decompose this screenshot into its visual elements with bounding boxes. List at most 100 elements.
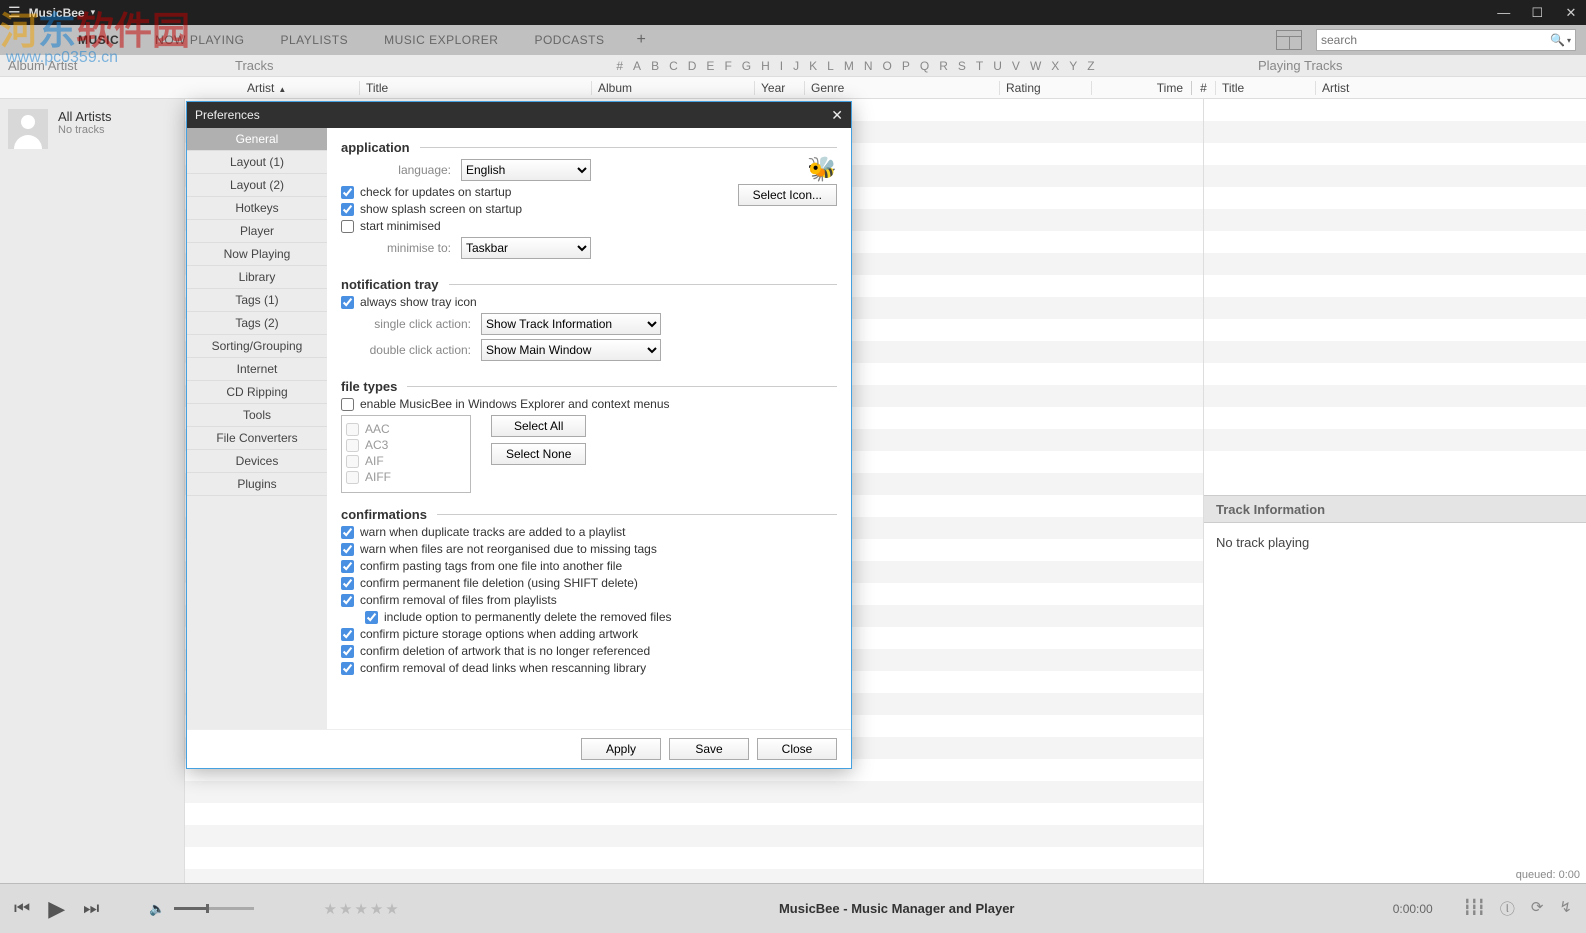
tray-checkbox[interactable] xyxy=(341,296,354,309)
lastfm-icon[interactable]: ⓛ xyxy=(1500,898,1515,919)
conf-checkbox[interactable] xyxy=(341,577,354,590)
search-input[interactable] xyxy=(1321,33,1550,47)
conf-checkbox[interactable] xyxy=(341,662,354,675)
enable-explorer-checkbox[interactable] xyxy=(341,398,354,411)
tab-music-explorer[interactable]: MUSIC EXPLORER xyxy=(366,25,516,55)
repeat-icon[interactable]: ⟳ xyxy=(1531,898,1544,919)
sidebar-item-general[interactable]: General xyxy=(187,128,327,151)
ft-AAC[interactable] xyxy=(346,423,359,436)
maximize-button[interactable]: ☐ xyxy=(1522,0,1552,25)
col-pt-artist[interactable]: Artist xyxy=(1316,81,1586,95)
save-button[interactable]: Save xyxy=(669,738,749,760)
play-button[interactable]: ▶ xyxy=(48,896,65,922)
alpha-Y[interactable]: Y xyxy=(1069,59,1077,73)
tab-now-playing[interactable]: NOW PLAYING xyxy=(137,25,262,55)
conf-checkbox[interactable] xyxy=(341,645,354,658)
col-rating[interactable]: Rating xyxy=(1000,81,1092,95)
alpha-M[interactable]: M xyxy=(844,59,854,73)
close-button[interactable]: ✕ xyxy=(1556,0,1586,25)
ft-AIF[interactable] xyxy=(346,455,359,468)
tab-podcasts[interactable]: PODCASTS xyxy=(516,25,622,55)
alpha-F[interactable]: F xyxy=(724,59,731,73)
layout-icon[interactable] xyxy=(1276,30,1302,50)
sidebar-item-layout-1-[interactable]: Layout (1) xyxy=(187,151,327,174)
sidebar-item-cd-ripping[interactable]: CD Ripping xyxy=(187,381,327,404)
col-year[interactable]: Year xyxy=(755,81,805,95)
alpha-Q[interactable]: Q xyxy=(920,59,929,73)
alpha-O[interactable]: O xyxy=(883,59,892,73)
conf-checkbox[interactable] xyxy=(341,560,354,573)
alpha-#[interactable]: # xyxy=(616,59,623,73)
chevron-down-icon[interactable]: ▾ xyxy=(91,7,96,18)
col-title[interactable]: Title xyxy=(360,81,592,95)
select-icon-button[interactable]: Select Icon... xyxy=(738,184,837,206)
sidebar-item-tags-2-[interactable]: Tags (2) xyxy=(187,312,327,335)
sidebar-item-tags-1-[interactable]: Tags (1) xyxy=(187,289,327,312)
shuffle-icon[interactable]: ↯ xyxy=(1559,898,1572,919)
volume-icon[interactable]: 🔈 xyxy=(149,901,165,917)
alpha-G[interactable]: G xyxy=(742,59,751,73)
minimize-button[interactable]: — xyxy=(1489,0,1519,25)
search-icon[interactable]: 🔍 xyxy=(1550,33,1565,47)
alpha-S[interactable]: S xyxy=(958,59,966,73)
prev-button[interactable]: ⏮ xyxy=(14,898,30,919)
alpha-X[interactable]: X xyxy=(1051,59,1059,73)
check-updates-checkbox[interactable] xyxy=(341,186,354,199)
sidebar-item-tools[interactable]: Tools xyxy=(187,404,327,427)
alpha-N[interactable]: N xyxy=(864,59,873,73)
search-box[interactable]: 🔍▾ xyxy=(1316,29,1576,51)
alpha-U[interactable]: U xyxy=(993,59,1002,73)
sidebar-item-now-playing[interactable]: Now Playing xyxy=(187,243,327,266)
alpha-J[interactable]: J xyxy=(793,59,799,73)
conf-checkbox[interactable] xyxy=(341,594,354,607)
sidebar-item-devices[interactable]: Devices xyxy=(187,450,327,473)
add-tab-button[interactable]: + xyxy=(622,31,659,49)
tab-music[interactable]: MUSIC xyxy=(60,25,137,55)
alpha-C[interactable]: C xyxy=(669,59,678,73)
alpha-I[interactable]: I xyxy=(780,59,783,73)
double-click-select[interactable]: Show Main Window xyxy=(481,339,661,361)
sidebar-item-sorting-grouping[interactable]: Sorting/Grouping xyxy=(187,335,327,358)
equalizer-icon[interactable]: ┇┇┇ xyxy=(1463,898,1484,919)
col-artist[interactable]: Artist▲ xyxy=(185,81,360,95)
menu-icon[interactable]: ☰ xyxy=(8,4,21,21)
alpha-H[interactable]: H xyxy=(761,59,770,73)
tab-playlists[interactable]: PLAYLISTS xyxy=(262,25,366,55)
alpha-A[interactable]: A xyxy=(633,59,641,73)
sidebar-item-hotkeys[interactable]: Hotkeys xyxy=(187,197,327,220)
sidebar-item-library[interactable]: Library xyxy=(187,266,327,289)
sidebar-item-plugins[interactable]: Plugins xyxy=(187,473,327,496)
conf-checkbox[interactable] xyxy=(341,628,354,641)
ft-AIFF[interactable] xyxy=(346,471,359,484)
conf-indent-checkbox[interactable] xyxy=(365,611,378,624)
select-all-button[interactable]: Select All xyxy=(491,415,586,437)
apply-button[interactable]: Apply xyxy=(581,738,661,760)
alpha-V[interactable]: V xyxy=(1012,59,1020,73)
conf-checkbox[interactable] xyxy=(341,543,354,556)
sidebar-item-file-converters[interactable]: File Converters xyxy=(187,427,327,450)
close-button-dialog[interactable]: Close xyxy=(757,738,837,760)
alpha-W[interactable]: W xyxy=(1030,59,1041,73)
splash-checkbox[interactable] xyxy=(341,203,354,216)
col-genre[interactable]: Genre xyxy=(805,81,1000,95)
col-album[interactable]: Album xyxy=(592,81,755,95)
alpha-E[interactable]: E xyxy=(706,59,714,73)
alpha-R[interactable]: R xyxy=(939,59,948,73)
sidebar-item-layout-2-[interactable]: Layout (2) xyxy=(187,174,327,197)
col-time[interactable]: Time xyxy=(1092,81,1192,95)
alpha-L[interactable]: L xyxy=(827,59,834,73)
minimise-select[interactable]: Taskbar xyxy=(461,237,591,259)
ft-AC3[interactable] xyxy=(346,439,359,452)
sidebar-item-player[interactable]: Player xyxy=(187,220,327,243)
language-select[interactable]: English xyxy=(461,159,591,181)
sidebar-item-internet[interactable]: Internet xyxy=(187,358,327,381)
volume-slider[interactable] xyxy=(174,907,254,910)
select-none-button[interactable]: Select None xyxy=(491,443,586,465)
alpha-B[interactable]: B xyxy=(651,59,659,73)
single-click-select[interactable]: Show Track Information xyxy=(481,313,661,335)
rating-stars[interactable]: ★★★★★ xyxy=(324,900,401,918)
alpha-P[interactable]: P xyxy=(902,59,910,73)
col-num[interactable]: # xyxy=(1192,81,1216,95)
alpha-K[interactable]: K xyxy=(809,59,817,73)
col-pt-title[interactable]: Title xyxy=(1216,81,1316,95)
